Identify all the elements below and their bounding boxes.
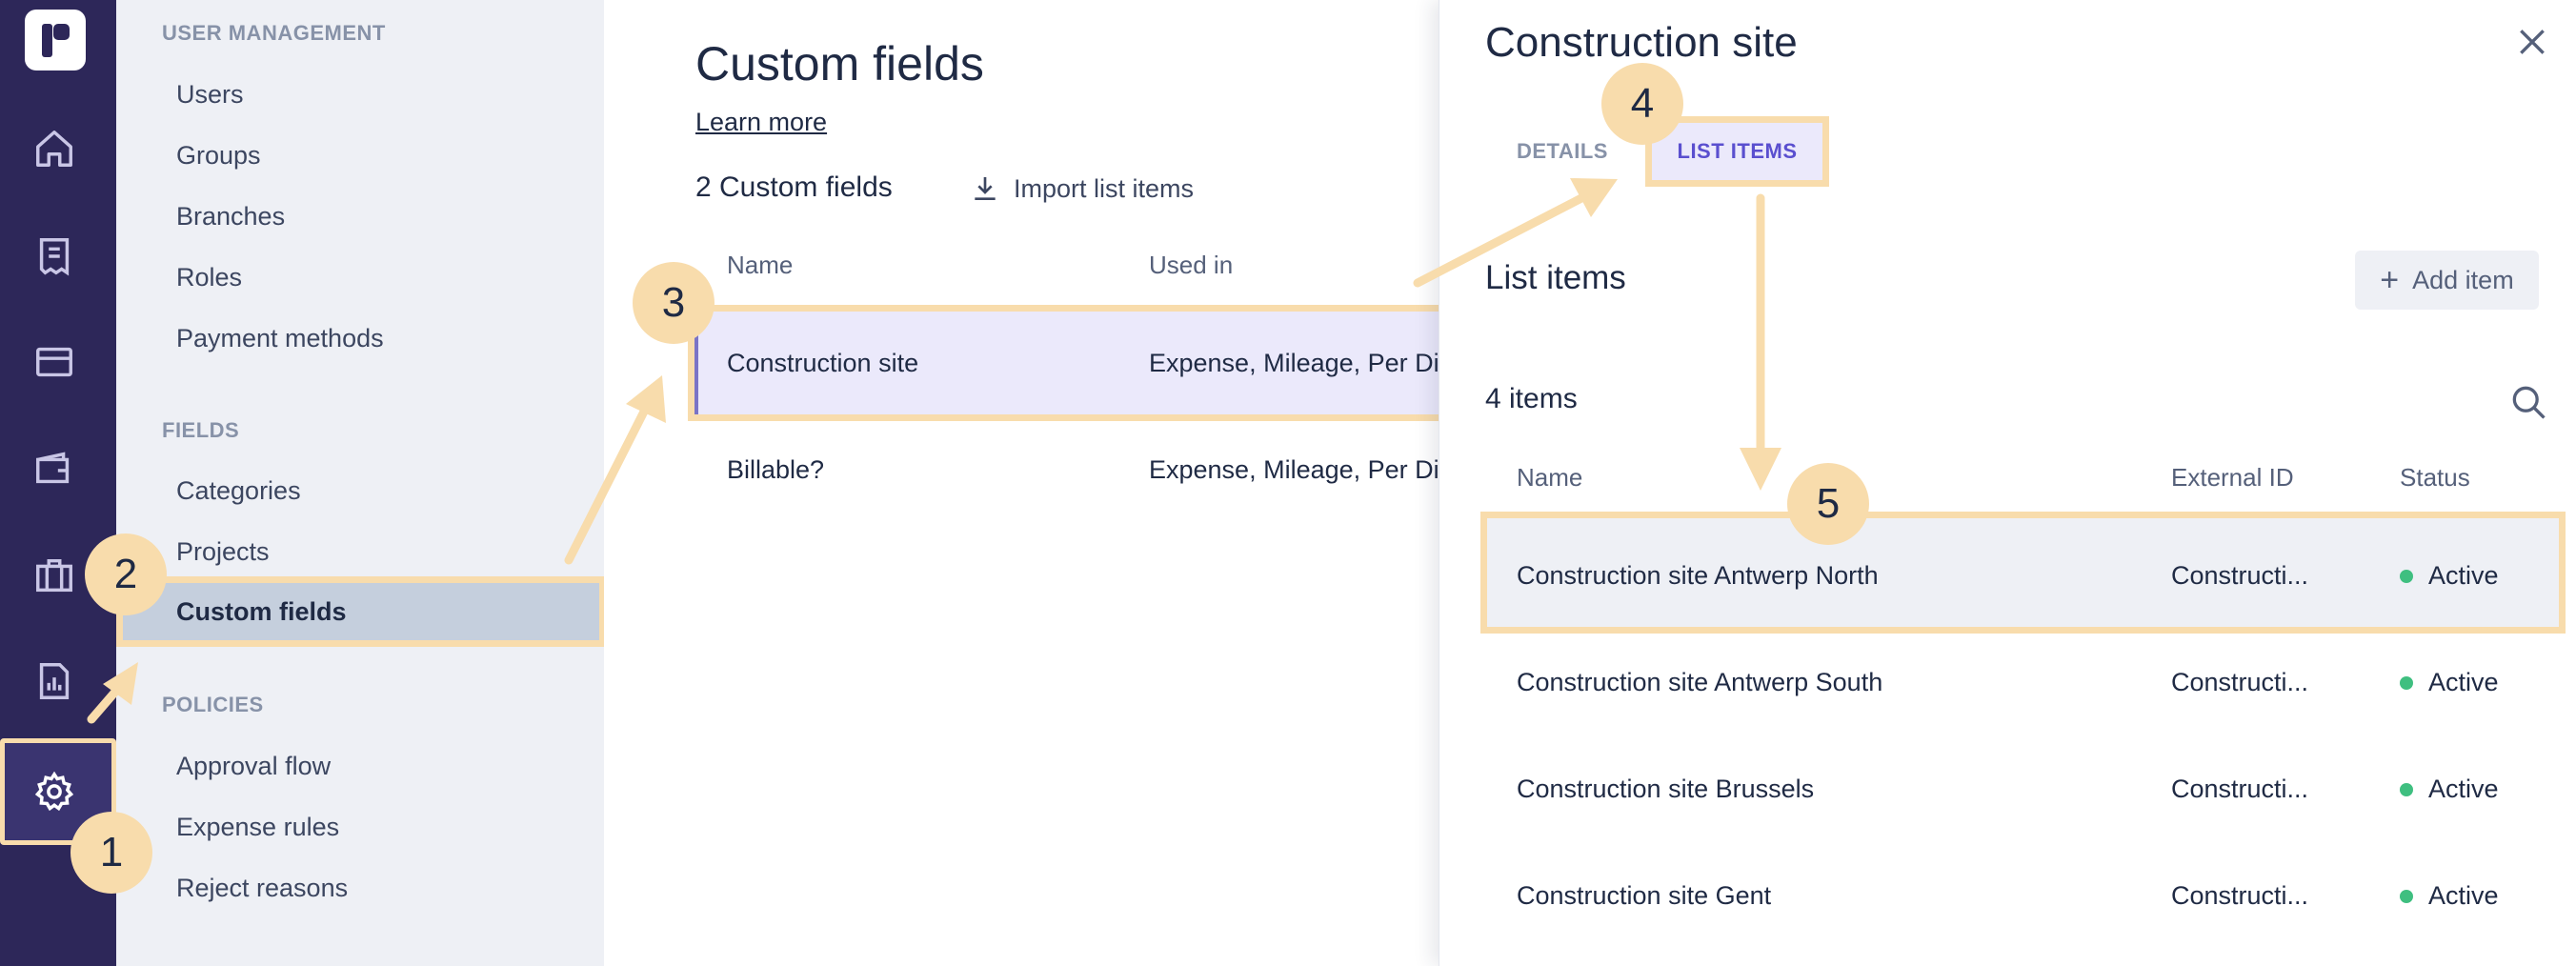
status-dot-icon [2400, 782, 2413, 796]
column-header-name[interactable]: Name [727, 251, 793, 280]
panel-title: Construction site [1485, 19, 1798, 66]
step-badge-3: 3 [633, 262, 714, 344]
status-label: Active [2428, 775, 2499, 803]
tab-details[interactable]: DETAILS [1517, 139, 1608, 164]
column-header-name[interactable]: Name [1517, 463, 1582, 493]
list-item-name[interactable]: Construction site Gent [1517, 881, 1771, 911]
list-item-name: Construction site Antwerp North [1517, 561, 1879, 590]
logo-icon[interactable] [25, 10, 86, 70]
status-dot-icon [2400, 675, 2413, 690]
sidebar-item-groups[interactable]: Groups [176, 141, 261, 171]
page-title: Custom fields [695, 37, 984, 91]
table-cell-used-in: Expense, Mileage, Per Diem [1149, 349, 1439, 377]
status-badge: Active [2400, 775, 2499, 804]
list-item-external-id: Constructi... [2171, 561, 2309, 590]
sidebar-item-roles[interactable]: Roles [176, 263, 242, 292]
plus-icon: + [2380, 262, 2400, 298]
sidebar-item-expense-rules[interactable]: Expense rules [176, 813, 339, 842]
list-item-external-id: Constructi... [2171, 881, 2309, 910]
home-icon[interactable] [31, 126, 77, 171]
column-header-used-in[interactable]: Used in [1149, 251, 1233, 280]
section-title-policies: POLICIES [162, 693, 264, 716]
close-icon[interactable] [2513, 23, 2551, 61]
sidebar-item-reject-reasons[interactable]: Reject reasons [176, 874, 348, 903]
sidebar-item-categories[interactable]: Categories [176, 476, 301, 506]
step-badge-4: 4 [1601, 63, 1683, 145]
briefcase-icon[interactable] [31, 553, 77, 598]
column-header-status[interactable]: Status [2400, 463, 2470, 493]
step-badge-1: 1 [70, 812, 152, 894]
import-list-items-button[interactable]: Import list items [970, 170, 1194, 208]
download-icon [975, 177, 996, 200]
table-cell-name[interactable]: Billable? [727, 455, 824, 485]
settings-sidebar: USER MANAGEMENT Users Groups Branches Ro… [116, 0, 606, 966]
status-dot-icon [2400, 569, 2413, 583]
learn-more-link[interactable]: Learn more [695, 108, 827, 137]
gear-icon[interactable] [31, 769, 77, 815]
sidebar-item-payment-methods[interactable]: Payment methods [176, 324, 384, 353]
report-icon[interactable] [31, 658, 77, 704]
list-item-external-id: Constructi... [2171, 668, 2309, 696]
detail-panel: Construction site DETAILS LIST ITEMS Lis… [1439, 0, 2576, 966]
import-list-items-label: Import list items [1014, 173, 1195, 203]
status-label: Active [2428, 881, 2499, 910]
sidebar-item-projects[interactable]: Projects [176, 537, 270, 567]
status-label: Active [2428, 668, 2499, 696]
list-item-name[interactable]: Construction site Brussels [1517, 775, 1814, 804]
table-cell-name: Construction site [727, 349, 919, 377]
card-icon[interactable] [31, 339, 77, 385]
custom-fields-page: Custom fields Learn more 2 Custom fields… [604, 0, 1439, 966]
status-dot-icon [2400, 889, 2413, 903]
list-item-name[interactable]: Construction site Antwerp South [1517, 668, 1882, 697]
sidebar-item-approval-flow[interactable]: Approval flow [176, 752, 331, 781]
status-badge: Active [2400, 881, 2499, 911]
sidebar-item-users[interactable]: Users [176, 80, 244, 110]
sidebar-item-label-custom-fields: Custom fields [176, 597, 347, 626]
receipt-icon[interactable] [31, 233, 77, 279]
wallet-icon[interactable] [31, 446, 77, 492]
custom-fields-count: 2 Custom fields [695, 171, 893, 203]
step-badge-2: 2 [85, 533, 167, 615]
items-count: 4 items [1485, 383, 1578, 414]
table-cell-used-in: Expense, Mileage, Per Diem [1149, 455, 1439, 484]
add-item-button[interactable]: + Add item [2355, 251, 2539, 310]
section-title-fields: FIELDS [162, 418, 240, 442]
status-badge: Active [2400, 561, 2499, 591]
status-label: Active [2428, 561, 2499, 590]
list-items-title: List items [1485, 259, 1626, 296]
column-header-external-id[interactable]: External ID [2171, 463, 2294, 493]
search-icon[interactable] [2507, 381, 2549, 423]
list-item-external-id: Constructi... [2171, 775, 2309, 803]
step-badge-5: 5 [1787, 463, 1869, 545]
add-item-label: Add item [2412, 265, 2514, 294]
section-title-user-management: USER MANAGEMENT [162, 21, 386, 45]
sidebar-item-branches[interactable]: Branches [176, 202, 285, 231]
status-badge: Active [2400, 668, 2499, 697]
tab-list-items-label: LIST ITEMS [1677, 139, 1798, 163]
